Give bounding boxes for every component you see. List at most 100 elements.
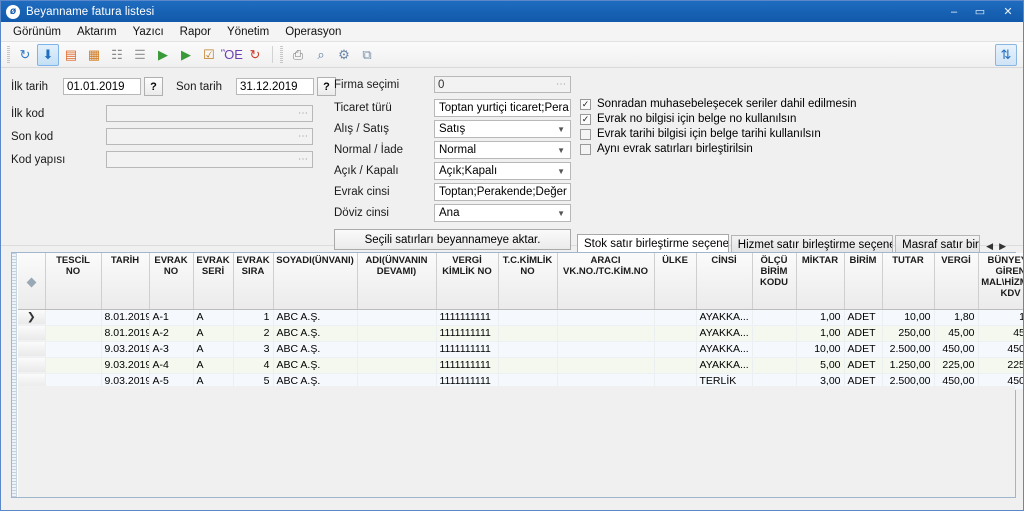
table-cell[interactable] <box>557 309 655 326</box>
table-cell[interactable] <box>498 357 558 374</box>
alis-satis-select[interactable]: Satış ▼ <box>434 120 571 138</box>
table-cell[interactable]: 1,00 <box>796 309 845 326</box>
menu-item-operasyon[interactable]: Operasyon <box>277 24 349 40</box>
table-cell[interactable] <box>45 341 102 358</box>
row-selector-cell[interactable] <box>18 341 46 358</box>
reload-icon[interactable]: ↻ <box>244 44 266 66</box>
table-cell[interactable]: ABC A.Ş. <box>273 325 358 342</box>
table-cell[interactable]: 4 <box>233 357 274 374</box>
tab-2[interactable]: Masraf satır birle <box>895 235 981 253</box>
grid-column-header[interactable]: SOYADI(ÜNVANI) <box>273 253 358 310</box>
table-cell[interactable]: 225,00 <box>978 357 1023 374</box>
son-tarih-input[interactable]: 31.12.2019 <box>236 78 314 95</box>
grid-column-header[interactable]: T.C.KİMLİK NO <box>498 253 558 310</box>
table-cell[interactable]: 10,00 <box>882 309 935 326</box>
grid-column-header[interactable]: ADI(ÜNVANIN DEVAMI) <box>357 253 437 310</box>
grid-column-header[interactable]: TUTAR <box>882 253 935 310</box>
menu-item-rapor[interactable]: Rapor <box>172 24 219 40</box>
table-cell[interactable]: 5,00 <box>796 357 845 374</box>
row-selector-cell[interactable] <box>18 325 46 342</box>
chevron-down-icon[interactable]: ▼ <box>567 188 571 197</box>
checkbox-row[interactable]: ✓ Evrak no bilgisi için belge no kullanıl… <box>580 113 1010 125</box>
grid-vertical-scroll-track[interactable] <box>12 253 17 497</box>
toolbar-grip-2[interactable] <box>280 46 283 63</box>
table-cell[interactable]: ADET <box>844 357 883 374</box>
checkbox-unchecked-icon[interactable] <box>580 128 591 140</box>
table-cell[interactable] <box>498 341 558 358</box>
close-button[interactable]: ✕ <box>993 1 1023 22</box>
grid-column-header[interactable]: ÖLÇÜ BİRİM KODU <box>752 253 797 310</box>
tab-0[interactable]: Stok satır birleştirme seçenekleri <box>577 234 729 253</box>
table-cell[interactable]: 45,00 <box>934 325 979 342</box>
table-cell[interactable]: 450,00 <box>978 341 1023 358</box>
table-cell[interactable]: 2.500,00 <box>882 341 935 358</box>
acik-kapali-select[interactable]: Açık;Kapalı ▼ <box>434 162 571 180</box>
table-cell[interactable]: AYAKKA... <box>696 325 753 342</box>
table-cell[interactable]: ADET <box>844 341 883 358</box>
minimize-button[interactable]: – <box>941 1 967 22</box>
table-cell[interactable]: 1111111111 <box>436 325 499 342</box>
table-cell[interactable]: 1.250,00 <box>882 357 935 374</box>
chevron-down-icon[interactable]: ▼ <box>554 167 568 176</box>
grid-column-header[interactable]: ÜLKE <box>654 253 697 310</box>
checkbox-row[interactable]: ✓ Sonradan muhasebeleşecek seriler dahil … <box>580 98 1010 110</box>
table-cell[interactable] <box>357 309 437 326</box>
row-selector-cell[interactable]: ❯ <box>18 309 46 326</box>
toolbar-grip[interactable] <box>7 46 10 63</box>
table-cell[interactable]: A-1 <box>149 309 194 326</box>
tab-next-icon[interactable]: ▶ <box>999 241 1006 252</box>
table-view-icon[interactable]: ▦ <box>83 44 105 66</box>
chevron-down-icon[interactable]: ▼ <box>554 125 568 134</box>
table-row[interactable]: 9.03.2019 A-4 A 4 ABC A.Ş. 1111111111 AYAKKA..… <box>18 357 1023 374</box>
firma-secimi-ellipsis-icon[interactable]: ⋯ <box>556 79 567 90</box>
save-icon[interactable]: ὋE <box>221 44 243 66</box>
tab-prev-icon[interactable]: ◀ <box>986 241 993 252</box>
checkbox-row[interactable]: Aynı evrak satırları birleştirilsin <box>580 143 1010 155</box>
maximize-button[interactable]: ▭ <box>967 1 993 22</box>
table-cell[interactable]: A <box>193 357 234 374</box>
table-cell[interactable]: AYAKKA... <box>696 309 753 326</box>
table-cell[interactable]: 1 <box>233 309 274 326</box>
table-cell[interactable]: A <box>193 325 234 342</box>
table-cell[interactable] <box>557 341 655 358</box>
ilk-kod-input[interactable]: ⋯ <box>106 105 313 122</box>
table-cell[interactable]: 1,80 <box>978 309 1023 326</box>
firma-secimi-input[interactable]: 0 ⋯ <box>434 76 571 93</box>
table-cell[interactable] <box>752 309 797 326</box>
list-view-icon[interactable]: ☰ <box>129 44 151 66</box>
table-row[interactable]: 9.03.2019 A-3 A 3 ABC A.Ş. 1111111111 AYAKKA..… <box>18 341 1023 358</box>
ilk-kod-ellipsis-icon[interactable]: ⋯ <box>298 108 309 119</box>
grid-column-header[interactable]: TARİH <box>101 253 150 310</box>
table-cell[interactable] <box>654 341 697 358</box>
table-cell[interactable]: A-4 <box>149 357 194 374</box>
tree-view-icon[interactable]: ☷ <box>106 44 128 66</box>
grid-column-header[interactable]: EVRAK SIRA <box>233 253 274 310</box>
transfer-to-declaration-button[interactable]: Seçili satırları beyannameye aktar. <box>334 229 571 250</box>
chevron-down-icon[interactable]: ▼ <box>554 146 568 155</box>
kod-yapisi-ellipsis-icon[interactable]: ⋯ <box>298 154 309 165</box>
menu-item-yonetim[interactable]: Yönetim <box>219 24 277 40</box>
table-cell[interactable] <box>654 325 697 342</box>
expand-collapse-icon[interactable]: ⇅ <box>995 43 1017 66</box>
doviz-cinsi-select[interactable]: Ana ▼ <box>434 204 571 222</box>
checklist-icon[interactable]: ☑ <box>198 44 220 66</box>
grid-column-header[interactable]: EVRAK SERİ <box>193 253 234 310</box>
table-cell[interactable] <box>752 357 797 374</box>
row-selector-cell[interactable] <box>18 357 46 374</box>
table-cell[interactable]: 225,00 <box>934 357 979 374</box>
menu-item-gorunum[interactable]: Görünüm <box>5 24 69 40</box>
grid-column-header[interactable]: CİNSİ <box>696 253 753 310</box>
menu-item-aktarim[interactable]: Aktarım <box>69 24 125 40</box>
son-kod-input[interactable]: ⋯ <box>106 128 313 145</box>
normal-iade-select[interactable]: Normal ▼ <box>434 141 571 159</box>
table-cell[interactable] <box>498 325 558 342</box>
table-cell[interactable] <box>654 357 697 374</box>
grid-column-header[interactable]: TESCİL NO <box>45 253 102 310</box>
grid-column-header[interactable]: VERGİ KİMLİK NO <box>436 253 499 310</box>
table-cell[interactable] <box>654 309 697 326</box>
grid-column-header[interactable]: BİRİM <box>844 253 883 310</box>
table-cell[interactable]: 8.01.2019 <box>101 309 150 326</box>
page-setup-icon[interactable]: ⚙ <box>333 44 355 66</box>
table-cell[interactable] <box>45 325 102 342</box>
grid-select-all-header[interactable] <box>18 253 46 310</box>
